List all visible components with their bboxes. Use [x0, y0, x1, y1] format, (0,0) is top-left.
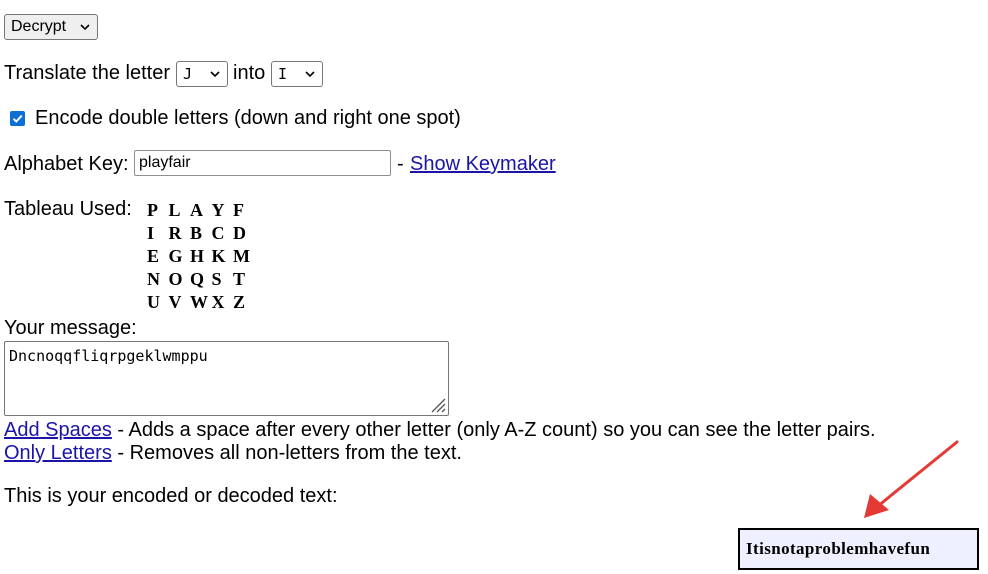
- only-letters-link[interactable]: Only Letters: [4, 442, 112, 464]
- tableau-cell: V: [168, 292, 182, 312]
- resize-grip-icon[interactable]: [428, 395, 446, 413]
- tableau-cell: B: [190, 223, 203, 243]
- tableau-cell: W: [190, 292, 208, 312]
- show-keymaker-link[interactable]: Show Keymaker: [410, 153, 556, 176]
- chevron-down-icon: [80, 24, 90, 31]
- tableau-cell: H: [190, 246, 205, 266]
- message-label: Your message:: [4, 317, 137, 339]
- double-letters-label: Encode double letters (down and right on…: [35, 107, 461, 129]
- only-letters-row: Only Letters - Removes all non-letters f…: [4, 442, 462, 465]
- tableau-cell: E: [147, 246, 160, 266]
- tableau-cell: R: [168, 223, 182, 243]
- tableau-cell: Y: [211, 200, 225, 220]
- tableau-cell: P: [147, 200, 158, 220]
- alphabet-key-value: playfair: [139, 154, 191, 171]
- tableau-cell: F: [233, 200, 244, 220]
- mode-select-value: Decrypt: [11, 18, 67, 35]
- tableau-row: UVWXZ: [147, 291, 255, 314]
- tableau-row: NOQST: [147, 268, 255, 291]
- tableau-cell: S: [211, 269, 222, 289]
- only-letters-description: - Removes all non-letters from the text.: [111, 442, 462, 464]
- chevron-down-icon: [305, 71, 315, 78]
- tableau-cell: O: [168, 269, 183, 289]
- playfair-cipher-page: Decrypt Translate the letter J into I En…: [0, 0, 988, 574]
- add-spaces-row: Add Spaces - Adds a space after every ot…: [4, 419, 876, 442]
- tableau-cell: M: [233, 246, 250, 266]
- mode-select[interactable]: Decrypt: [4, 14, 98, 40]
- tableau-cell: U: [147, 292, 160, 312]
- add-spaces-description: - Adds a space after every other letter …: [111, 419, 876, 441]
- translate-to-value: I: [278, 65, 288, 83]
- tableau-cell: L: [168, 200, 181, 220]
- translate-into-label: into: [233, 62, 266, 84]
- alphabet-key-label: Alphabet Key:: [4, 153, 129, 175]
- tableau-row: IRBCD: [147, 222, 255, 245]
- translate-to-select[interactable]: I: [271, 61, 323, 87]
- translate-from-value: J: [183, 65, 193, 83]
- add-spaces-link[interactable]: Add Spaces: [4, 419, 112, 441]
- tableau-cell: T: [233, 269, 246, 289]
- tableau-cell: X: [211, 292, 225, 312]
- tableau-cell: N: [147, 269, 160, 289]
- tableau-cell: Z: [233, 292, 246, 312]
- tableau-cell: G: [168, 246, 183, 266]
- tableau-cell: Q: [190, 269, 205, 289]
- result-output-box: Itisnotaproblemhavefun: [738, 528, 979, 570]
- translate-from-select[interactable]: J: [176, 61, 228, 87]
- keymaker-separator: -: [397, 153, 404, 175]
- tableau-label: Tableau Used:: [4, 198, 132, 220]
- tableau-cell: K: [211, 246, 226, 266]
- tableau-cell: A: [190, 200, 203, 220]
- checkmark-icon: [12, 114, 23, 123]
- tableau-cell: D: [233, 223, 246, 243]
- tableau-cell: I: [147, 223, 155, 243]
- tableau-grid: PLAYFIRBCDEGHKMNOQSTUVWXZ: [147, 199, 255, 314]
- message-textarea[interactable]: Dncnoqqfliqrpgeklwmppu: [4, 341, 449, 416]
- result-value: Itisnotaproblemhavefun: [746, 539, 931, 558]
- chevron-down-icon: [210, 71, 220, 78]
- tableau-row: PLAYF: [147, 199, 255, 222]
- result-label: This is your encoded or decoded text:: [4, 485, 338, 507]
- tableau-cell: C: [211, 223, 225, 243]
- message-value: Dncnoqqfliqrpgeklwmppu: [9, 347, 208, 365]
- translate-prefix-label: Translate the letter: [4, 62, 171, 84]
- tableau-row: EGHKM: [147, 245, 255, 268]
- alphabet-key-input[interactable]: playfair: [134, 150, 391, 176]
- double-letters-checkbox[interactable]: [10, 111, 25, 126]
